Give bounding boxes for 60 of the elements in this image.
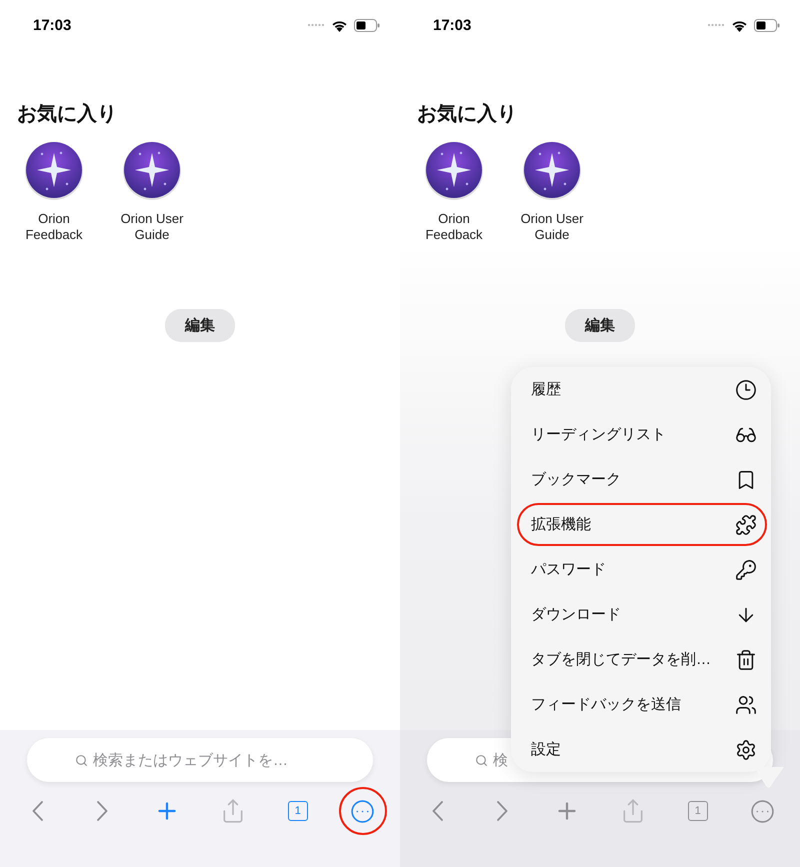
more-button[interactable]: [350, 798, 376, 824]
battery-icon: [754, 18, 780, 32]
search-icon: [75, 754, 88, 766]
wifi-icon: [731, 18, 748, 32]
section-title: お気に入り: [17, 102, 118, 127]
status-time: 17:03: [433, 16, 472, 34]
more-icon: [350, 798, 376, 824]
menu-item[interactable]: フィードバックを送信: [511, 682, 771, 727]
chevron-left-icon: [32, 801, 42, 821]
favorite-label[interactable]: Orion User Guide: [515, 211, 589, 243]
battery-icon: [354, 18, 380, 32]
chevron-right-icon: [96, 801, 108, 821]
wifi-icon: [331, 18, 348, 32]
menu-item[interactable]: リーディングリスト: [511, 412, 771, 457]
section-title: お気に入り: [417, 102, 518, 127]
menu-item-label: ブックマーク: [531, 470, 621, 489]
menu-item-label: 履歴: [531, 380, 561, 399]
sparkle-app-icon[interactable]: [425, 141, 483, 201]
signal-icon: [707, 23, 725, 27]
menu-item[interactable]: タブを閉じてデータを削…: [511, 637, 771, 682]
menu-item[interactable]: 設定: [511, 727, 771, 772]
favorite-label[interactable]: Orion User Guide: [115, 211, 189, 243]
forward-button[interactable]: [96, 801, 108, 821]
menu-item[interactable]: 履歴: [511, 367, 771, 412]
trash-icon: [735, 648, 757, 670]
menu-item[interactable]: 拡張機能: [511, 502, 771, 547]
search-placeholder: 検索またはウェブサイトを…: [93, 750, 288, 770]
menu-item-label: タブを閉じてデータを削…: [531, 650, 711, 669]
sparkle-app-icon[interactable]: [25, 141, 83, 201]
more-icon: [750, 798, 776, 824]
menu-item-label: 拡張機能: [531, 515, 591, 534]
forward-button[interactable]: [496, 801, 508, 821]
menu-item[interactable]: パスワード: [511, 547, 771, 592]
chevron-left-icon: [432, 801, 442, 821]
menu-item[interactable]: ダウンロード: [511, 592, 771, 637]
favorite-label[interactable]: Orion Feedback: [417, 211, 491, 243]
people-icon: [735, 694, 757, 716]
status-time: 17:03: [33, 16, 72, 34]
edit-button[interactable]: 編集: [165, 309, 235, 342]
back-button[interactable]: [432, 801, 442, 821]
settings-icon: [735, 738, 757, 760]
back-button[interactable]: [32, 801, 42, 821]
menu-item-label: 設定: [531, 740, 561, 759]
menu-item-label: フィードバックを送信: [531, 695, 681, 714]
edit-button[interactable]: 編集: [565, 309, 635, 342]
clock-icon: [735, 378, 757, 400]
sparkle-app-icon[interactable]: [523, 141, 581, 201]
puzzle-icon: [735, 514, 757, 536]
favorite-label[interactable]: Orion Feedback: [17, 211, 91, 243]
menu-item-label: リーディングリスト: [531, 425, 666, 444]
key-icon: [735, 558, 757, 580]
menu-item-label: パスワード: [531, 560, 606, 579]
sparkle-app-icon[interactable]: [123, 141, 181, 201]
menu-item[interactable]: ブックマーク: [511, 457, 771, 502]
search-icon: [475, 754, 488, 766]
more-button[interactable]: [750, 798, 776, 824]
menu-item-label: ダウンロード: [531, 605, 621, 624]
signal-icon: [307, 23, 325, 27]
search-placeholder: 検: [493, 750, 508, 770]
chevron-right-icon: [496, 801, 508, 821]
